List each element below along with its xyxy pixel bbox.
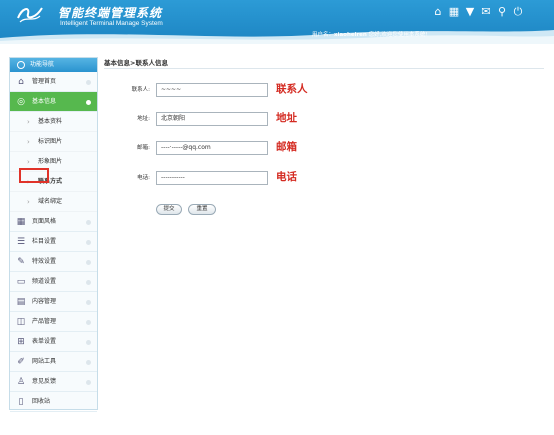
form-row-contact: 联系人: ~~~~ 联系人 [104, 83, 524, 97]
sidebar-item-effects[interactable]: ✎ 特效设置 [10, 252, 97, 272]
app-header: 智能终端管理系统 Intelligent Terminal Manage Sys… [0, 0, 554, 44]
mail-icon[interactable]: ✉ [480, 6, 492, 18]
grid-icon[interactable]: ▦ [448, 6, 460, 18]
sidebar-item-feedback[interactable]: ♙ 意见反馈 [10, 372, 97, 392]
sidebar-subitem-basic-data[interactable]: 基本资料 [10, 112, 97, 132]
form-row-phone: 电话: ----------- 电话 [104, 171, 524, 185]
channel-icon: ▭ [16, 277, 26, 287]
app-title: 智能终端管理系统 [58, 6, 163, 20]
sidebar: 功能导航 ⌂ 管理首页 ◎ 基本信息 基本资料 标识图片 形象图片 联系方式 域… [9, 57, 98, 412]
home-icon[interactable]: ⌂ [432, 6, 444, 18]
username: xiaoheiren [334, 32, 367, 38]
address-field[interactable]: 北京朝阳 [156, 112, 268, 126]
tool-icon: ✐ [17, 357, 25, 367]
divider [104, 68, 544, 69]
sidebar-item-basic-info[interactable]: ◎ 基本信息 [10, 92, 97, 112]
sidebar-item-recycle-bin[interactable]: ▯ 回收站 [10, 392, 97, 412]
sidebar-item-products[interactable]: ◫ 产品管理 [10, 312, 97, 332]
sidebar-item-tools[interactable]: ✐ 网站工具 [10, 352, 97, 372]
highlight-box [19, 168, 49, 183]
user-bar: 用户名：xiaoheiren 您好,欢迎您使用本系统! [312, 32, 428, 38]
power-icon[interactable]: ⏻ [512, 6, 524, 18]
wand-icon: ✎ [17, 257, 25, 267]
header-wave [0, 30, 554, 44]
sidebar-item-home[interactable]: ⌂ 管理首页 [10, 72, 97, 92]
phone-label: 电话: [137, 175, 150, 181]
phone-field[interactable]: ----------- [156, 171, 268, 185]
content-icon: ▤ [16, 297, 26, 307]
cart-icon: ⊞ [17, 337, 25, 347]
email-label: 邮箱: [137, 145, 150, 151]
address-annotation: 地址 [276, 112, 297, 124]
reset-button[interactable]: 重置 [188, 204, 216, 215]
home-icon: ⌂ [18, 77, 24, 87]
sidebar-subitem-domain[interactable]: 域名绑定 [10, 192, 97, 212]
list-icon: ☰ [16, 237, 26, 247]
contact-field[interactable]: ~~~~ [156, 83, 268, 97]
phone-annotation: 电话 [276, 171, 297, 183]
logo-swirl-icon [17, 7, 43, 23]
sidebar-item-columns[interactable]: ☰ 栏目设置 [10, 232, 97, 252]
sidebar-item-content[interactable]: ▤ 内容管理 [10, 292, 97, 312]
address-label: 地址: [137, 116, 150, 122]
trash-icon: ▯ [18, 397, 24, 407]
user-icon[interactable]: ⚲ [496, 6, 508, 18]
sidebar-item-forms[interactable]: ⊞ 表单设置 [10, 332, 97, 352]
sidebar-title: 功能导航 [10, 58, 97, 72]
form-row-address: 地址: 北京朝阳 地址 [104, 112, 524, 126]
bag-icon: ◫ [16, 317, 26, 327]
form-row-email: 邮箱: ----·-----@qq.com 邮箱 [104, 141, 524, 155]
breadcrumb: 基本信息>联系人信息 [104, 59, 168, 67]
email-field[interactable]: ----·-----@qq.com [156, 141, 268, 155]
info-icon: ◎ [17, 97, 25, 107]
sidebar-subitem-logo-image[interactable]: 标识图片 [10, 132, 97, 152]
email-annotation: 邮箱 [276, 141, 297, 153]
sidebar-item-channels[interactable]: ▭ 频道设置 [10, 272, 97, 292]
layout-icon: ▦ [16, 217, 26, 227]
gear-icon [17, 61, 25, 69]
person-icon: ♙ [16, 377, 26, 387]
sidebar-item-page-style[interactable]: ▦ 页面风格 [10, 212, 97, 232]
contact-annotation: 联系人 [276, 83, 308, 95]
shirt-icon[interactable]: ▼ [464, 6, 476, 18]
contact-label: 联系人: [131, 87, 150, 93]
submit-button[interactable]: 提交 [156, 204, 182, 215]
